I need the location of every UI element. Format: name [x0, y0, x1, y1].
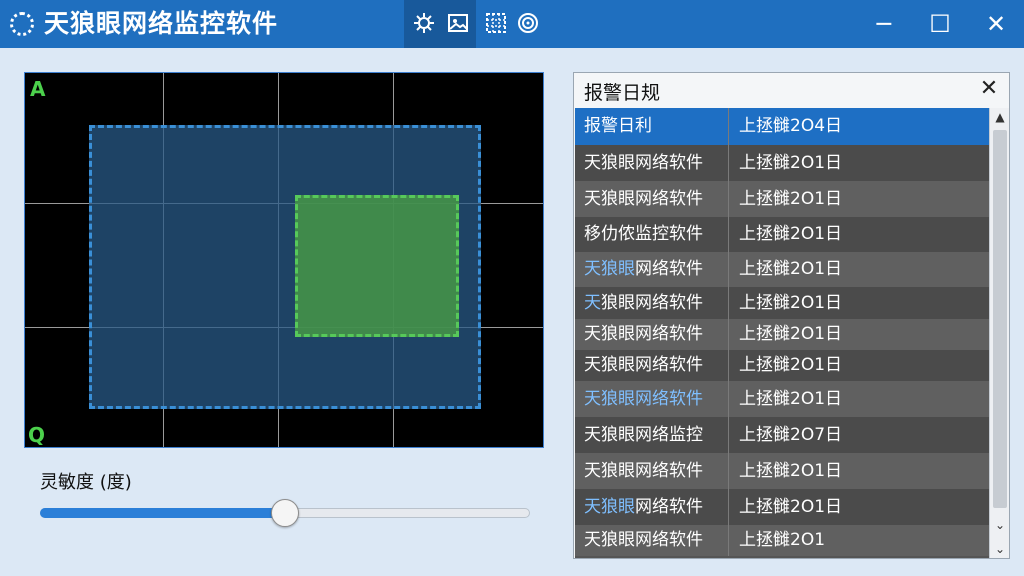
log-row-selected[interactable]: 报警日利 上拯雠2O4日: [575, 108, 989, 145]
log-row-name-text: 狼眼网络软件: [601, 293, 703, 313]
log-row-name: 天狼眼网络监控: [584, 417, 703, 453]
log-row[interactable]: 天狼眼网络软件 上拯雠2O1日: [575, 489, 989, 525]
log-row-name-text: 报警日利: [584, 116, 652, 136]
log-row-name-highlight: 天狼眼网络软件: [584, 389, 703, 409]
log-row-time: 上拯雠2O1日: [739, 259, 843, 279]
log-row[interactable]: 天狼眼网络软件 上拯雠2O1日: [575, 453, 989, 489]
log-row-name: 报警日利: [584, 108, 652, 145]
log-row-name: 天狼眼网络软件: [584, 287, 703, 319]
log-row-name: 天狼眼网络软件: [584, 145, 703, 181]
gallery-icon[interactable]: [446, 11, 470, 35]
minimize-button[interactable]: ─: [856, 0, 912, 48]
log-column-separator: [728, 217, 729, 252]
log-column-separator: [728, 181, 729, 217]
log-row-name: 天狼眼网络软件: [584, 181, 703, 217]
log-column-separator: [728, 489, 729, 525]
log-row-time: 上拯雠2O1日: [739, 389, 843, 409]
corner-label-top: A: [30, 77, 46, 101]
log-row-time: 上拯雠2O1: [739, 530, 826, 550]
maximize-button[interactable]: ☐: [912, 0, 968, 48]
log-row-name-text: 天狼眼网络软件: [584, 461, 703, 481]
log-row-time: 上拯雠2O1日: [739, 189, 843, 209]
log-row-name: 天狼眼网络软件: [584, 453, 703, 489]
log-row-time: 上拯雠2O1日: [739, 355, 843, 375]
log-column-separator: [728, 252, 729, 287]
log-row-name: 天狼眼网络软件: [584, 319, 703, 350]
log-row-name-highlight: 天狼眼: [584, 259, 635, 279]
app-title: 天狼眼网络监控软件: [44, 9, 279, 38]
close-window-button[interactable]: ✕: [968, 0, 1024, 48]
scroll-down-icon[interactable]: ⌄: [990, 516, 1010, 534]
scroll-down-icon[interactable]: ⌄: [990, 540, 1010, 558]
log-row[interactable]: 天狼眼网络软件 上拯雠2O1日: [575, 252, 989, 287]
log-row-time: 上拯雠2O1日: [739, 497, 843, 517]
target-icon[interactable]: [516, 11, 540, 35]
log-row[interactable]: 天狼眼网络软件 上拯雠2O1日: [575, 319, 989, 350]
log-row-time: 上拯雠2O1日: [739, 153, 843, 173]
camera-view[interactable]: A Q: [24, 72, 544, 448]
log-row-name-text: 天狼眼网络软件: [584, 530, 703, 550]
log-row-time: 上拯雠2O7日: [739, 425, 843, 445]
log-row[interactable]: 天狼眼网络软件 上拯雠2O1日: [575, 350, 989, 381]
scroll-thumb[interactable]: [993, 130, 1007, 508]
log-list[interactable]: 报警日利 上拯雠2O4日 天狼眼网络软件 上拯雠2O1日 天狼眼网络软件 上拯雠2O1日移…: [575, 108, 989, 558]
corner-label-bottom: Q: [28, 423, 46, 447]
log-row-time: 上拯雠2O1日: [739, 224, 843, 244]
log-row-name-text: 天狼眼网络软件: [584, 355, 703, 375]
log-row-name: 天狼眼网络软件: [584, 252, 703, 287]
log-column-separator: [728, 287, 729, 319]
log-row-time: 上拯雠2O1日: [739, 461, 843, 481]
log-row-name: 天狼眼网络软件: [584, 350, 703, 381]
log-row-name-text: 天狼眼网络软件: [584, 324, 703, 344]
log-row-name-highlight: 天狼眼: [584, 497, 635, 517]
log-row-time: 上拯雠2O1日: [739, 293, 843, 313]
log-row-name-text: 网络软件: [635, 497, 703, 517]
log-column-separator: [728, 108, 729, 145]
log-close-button[interactable]: ✕: [977, 76, 1001, 101]
log-row[interactable]: 天狼眼网络监控 上拯雠2O7日: [575, 417, 989, 453]
sensitivity-slider-thumb[interactable]: [271, 499, 299, 527]
log-row-time: 上拯雠2O1日: [739, 324, 843, 344]
sensitivity-slider-fill: [40, 508, 285, 518]
log-row-name-text: 移仂侬监控软件: [584, 224, 703, 244]
sensitivity-label: 灵敏度 (度): [40, 472, 132, 493]
log-row[interactable]: 天狼眼网络软件 上拯雠2O1日: [575, 287, 989, 319]
title-bar: 天狼眼网络监控软件 ─ ☐ ✕: [0, 0, 1024, 48]
log-column-separator: [728, 319, 729, 350]
log-column-separator: [728, 417, 729, 453]
log-row-name-text: 网络软件: [635, 259, 703, 279]
log-row-name: 天狼眼网络软件: [584, 381, 703, 417]
log-scrollbar[interactable]: ▲ ⌄ ⌄: [989, 108, 1009, 558]
alarm-log-panel: 报警日规 ✕ 报警日利 上拯雠2O4日 天狼眼网络软件 上拯雠2O1日 天狼眼网络软件上…: [573, 72, 1010, 559]
log-row-name-text: 天狼眼网络软件: [584, 189, 703, 209]
app-logo-icon: [10, 12, 34, 36]
log-column-separator: [728, 525, 729, 556]
log-column-separator: [728, 350, 729, 381]
log-header: 报警日规 ✕: [574, 73, 1009, 107]
log-row[interactable]: 天狼眼网络软件 上拯雠2O1: [575, 525, 989, 556]
log-column-separator: [728, 381, 729, 417]
detection-zone-green[interactable]: [295, 195, 459, 337]
grid-icon[interactable]: [484, 11, 508, 35]
log-row-time: 上拯雠2O4日: [739, 116, 843, 136]
log-column-separator: [728, 145, 729, 181]
settings-icon[interactable]: [412, 11, 436, 35]
log-row-name-text: 天狼眼网络软件: [584, 153, 703, 173]
log-row-name: 天狼眼网络软件: [584, 489, 703, 525]
log-row[interactable]: 天狼眼网络软件 上拯雠2O1日: [575, 381, 989, 417]
log-row-name: 移仂侬监控软件: [584, 217, 703, 252]
log-row-name: 天狼眼网络软件: [584, 525, 703, 556]
log-row-name-highlight: 天: [584, 293, 601, 313]
log-row-name-text: 天狼眼网络监控: [584, 425, 703, 445]
log-column-separator: [728, 453, 729, 489]
log-row[interactable]: 天狼眼网络软件 上拯雠2O1日: [575, 181, 989, 217]
scroll-up-icon[interactable]: ▲: [990, 108, 1010, 126]
log-title: 报警日规: [584, 82, 661, 104]
log-row[interactable]: 移仂侬监控软件 上拯雠2O1日: [575, 217, 989, 252]
log-row[interactable]: 天狼眼网络软件 上拯雠2O1日: [575, 145, 989, 181]
